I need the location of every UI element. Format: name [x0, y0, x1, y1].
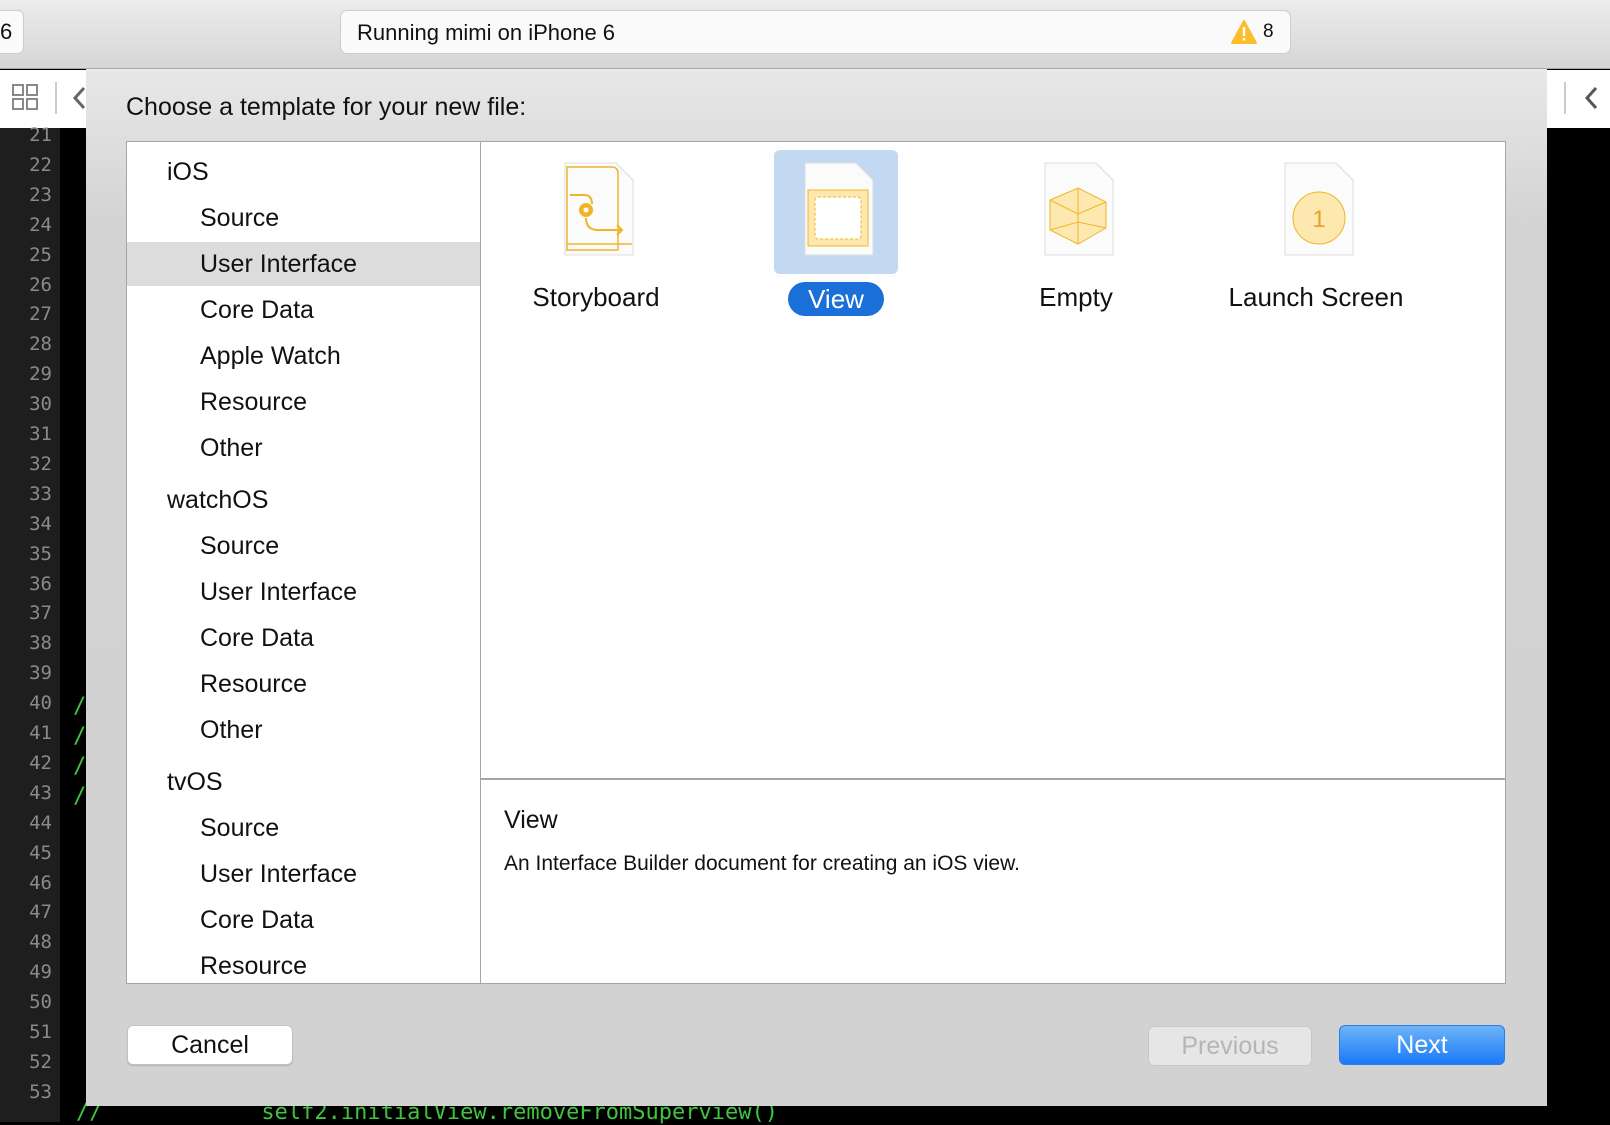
line-number: 29 [29, 363, 52, 386]
line-number: 42 [29, 751, 52, 774]
category-item[interactable]: Other [127, 708, 480, 752]
line-number: 30 [29, 393, 52, 416]
storyboard-file-icon [534, 150, 658, 274]
line-number: 41 [29, 722, 52, 744]
template-empty[interactable]: Empty [1006, 150, 1146, 320]
line-number: 39 [29, 662, 52, 685]
category-item[interactable]: Source [127, 806, 480, 850]
line-number: 40 [29, 692, 52, 715]
line-number: 46 [29, 871, 52, 894]
line-number: 31 [29, 423, 52, 445]
description-title: View [504, 806, 558, 834]
category-item[interactable]: Other [127, 426, 480, 470]
category-item[interactable]: Source [127, 524, 480, 568]
line-number: 28 [29, 333, 52, 356]
line-number: 43 [29, 781, 52, 804]
activity-view: Running mimi on iPhone 6 8 [340, 10, 1291, 54]
line-number: 32 [29, 452, 52, 475]
template-label: Empty [1039, 282, 1113, 312]
category-header: tvOS [167, 768, 223, 796]
line-number: 33 [29, 482, 52, 505]
template-description: View An Interface Builder document for c… [481, 778, 1505, 984]
activity-status: Running mimi on iPhone 6 [357, 20, 616, 45]
template-launch-screen[interactable]: 1 Launch Screen [1229, 150, 1403, 320]
line-number: 35 [29, 542, 52, 565]
previous-button[interactable]: Previous [1148, 1026, 1312, 1066]
dialog-title: Choose a template for your new file: [126, 93, 527, 121]
category-header: watchOS [167, 486, 269, 514]
line-number: 38 [29, 632, 52, 655]
svg-text:1: 1 [1312, 206, 1325, 233]
warning-count[interactable]: 8 [1263, 21, 1274, 43]
line-number: 37 [29, 602, 52, 625]
category-item[interactable]: User Interface [127, 852, 480, 896]
template-grid: Storyboard View Empty 1 Launch Screen Vi… [481, 141, 1506, 984]
line-number: 24 [29, 213, 52, 236]
category-header: iOS [167, 158, 209, 186]
empty-file-icon [1014, 150, 1138, 274]
template-view[interactable]: View [766, 150, 906, 320]
category-item[interactable]: Source [127, 196, 480, 240]
template-category-list[interactable]: iOS Source User Interface Core Data Apple Wa… [126, 141, 481, 984]
xcode-toolbar: 6 Running mimi on iPhone 6 8 [0, 0, 1610, 69]
category-item[interactable]: User Interface [127, 242, 480, 286]
scheme-selector[interactable]: 6 [0, 10, 24, 54]
line-number: 53 [29, 1080, 52, 1103]
editor-jump-bar-right [1547, 70, 1610, 128]
category-item[interactable]: Core Data [127, 616, 480, 660]
category-item[interactable]: Core Data [127, 898, 480, 942]
line-number: 23 [29, 183, 52, 206]
category-item[interactable]: Resource [127, 662, 480, 706]
line-number-gutter: 21 22 23 24 25 26 27 28 29 30 31 32 33 34 35 36 37 38 39 40… [0, 124, 60, 1122]
comment-mark: / [73, 724, 87, 749]
line-number: 52 [29, 1050, 52, 1073]
category-item[interactable]: Core Data [127, 288, 480, 332]
line-number: 36 [29, 572, 52, 595]
template-storyboard[interactable]: Storyboard [526, 150, 666, 320]
next-button[interactable]: Next [1339, 1025, 1505, 1065]
line-number: 51 [29, 1021, 52, 1043]
template-label: Storyboard [532, 282, 660, 312]
line-number: 21 [29, 124, 52, 146]
line-number: 22 [29, 153, 52, 176]
line-number: 26 [29, 273, 52, 296]
template-label: Launch Screen [1228, 282, 1404, 312]
category-item[interactable]: Apple Watch [127, 334, 480, 378]
line-number: 50 [29, 991, 52, 1014]
line-number: 49 [29, 961, 52, 984]
line-number: 47 [29, 901, 52, 924]
comment-mark: / [73, 694, 87, 719]
editor-jump-bar [0, 70, 86, 128]
category-item[interactable]: Resource [127, 380, 480, 424]
template-label: View [788, 282, 884, 316]
related-items-icon[interactable] [12, 84, 40, 112]
line-number: 48 [29, 931, 52, 954]
chevron-left-icon[interactable] [1583, 86, 1599, 110]
description-text: An Interface Builder document for creati… [504, 852, 1020, 875]
comment-mark: / [73, 754, 87, 779]
new-file-template-dialog: Choose a template for your new file: iOS… [86, 69, 1547, 1106]
back-chevron-icon[interactable] [72, 86, 86, 110]
launch-screen-file-icon: 1 [1254, 150, 1378, 274]
cancel-button[interactable]: Cancel [127, 1025, 293, 1065]
category-item[interactable]: User Interface [127, 570, 480, 614]
warning-icon[interactable] [1231, 20, 1257, 49]
category-item[interactable]: Resource [127, 944, 480, 983]
line-number: 27 [29, 303, 52, 326]
line-number: 45 [29, 841, 52, 864]
line-number: 44 [29, 811, 52, 834]
view-file-icon [774, 150, 898, 274]
comment-mark: / [73, 784, 87, 809]
line-number: 25 [29, 243, 52, 266]
line-number: 34 [29, 512, 52, 535]
